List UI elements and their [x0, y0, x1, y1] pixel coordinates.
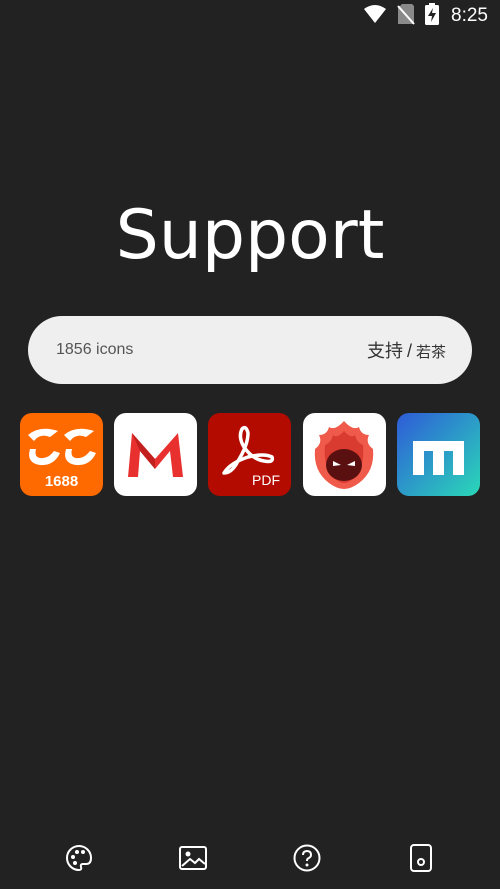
- app-icon-row: 1688 PDF: [20, 413, 482, 496]
- support-sub-text: 若茶: [415, 344, 446, 361]
- palette-icon[interactable]: [64, 843, 94, 873]
- app-1688-label: 1688: [45, 473, 78, 490]
- battery-charging-icon: [425, 2, 440, 30]
- image-icon[interactable]: [178, 843, 208, 873]
- status-bar: 8:25: [0, 0, 500, 32]
- icon-count-label: 1856 icons: [56, 341, 134, 358]
- help-icon[interactable]: [292, 843, 322, 873]
- support-label: 支持 / 若茶: [367, 337, 446, 363]
- alibaba-1688-icon[interactable]: 1688: [20, 413, 103, 496]
- support-text: 支持: [366, 341, 403, 361]
- support-separator: /: [406, 341, 412, 361]
- status-time: 8:25: [451, 5, 488, 26]
- maxthon-icon[interactable]: [397, 413, 480, 496]
- wifi-icon: [363, 4, 387, 29]
- antutu-icon[interactable]: [303, 413, 386, 496]
- page-title: Support: [115, 196, 385, 275]
- red-m-icon[interactable]: [114, 413, 197, 496]
- no-sim-icon: [397, 3, 415, 30]
- tablet-icon[interactable]: [406, 843, 436, 873]
- adobe-pdf-icon[interactable]: PDF: [208, 413, 291, 496]
- bottom-nav-bar: [0, 829, 500, 889]
- status-icons: 8:25: [363, 2, 488, 30]
- search-bar[interactable]: 1856 icons 支持 / 若茶: [28, 316, 472, 384]
- app-pdf-label: PDF: [252, 472, 280, 488]
